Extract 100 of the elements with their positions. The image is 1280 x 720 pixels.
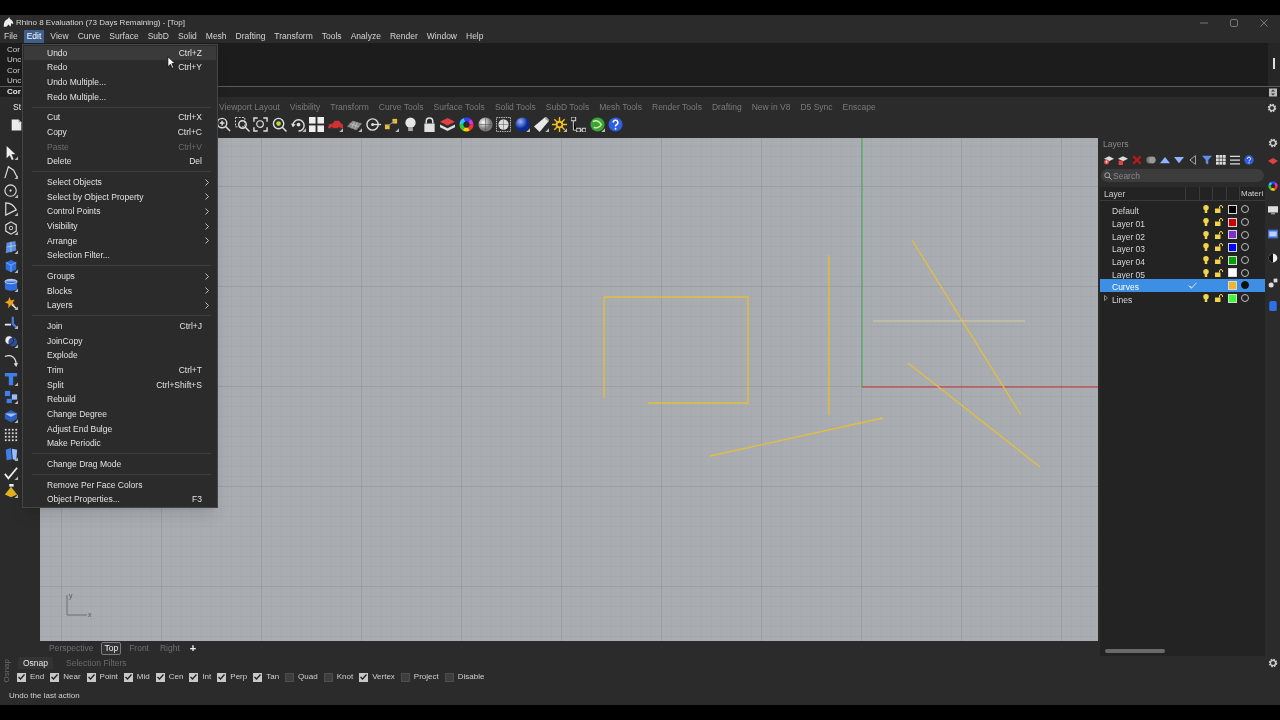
light-bulb-icon[interactable] — [1202, 256, 1209, 265]
menu-item[interactable]: Solid — [174, 30, 200, 43]
toolbar-tab[interactable]: St — [13, 101, 22, 114]
snap-checkbox[interactable] — [359, 672, 369, 682]
maximize-icon[interactable] — [1230, 18, 1238, 27]
globe-icon[interactable] — [589, 117, 605, 132]
move-down-icon[interactable] — [1174, 154, 1184, 165]
color-wheel-icon[interactable] — [458, 117, 474, 132]
polygon-icon[interactable] — [4, 221, 18, 236]
help-icon[interactable] — [608, 117, 624, 132]
boolean-icon[interactable] — [4, 333, 18, 348]
snap-checkbox[interactable] — [400, 672, 410, 682]
text-icon[interactable] — [4, 371, 18, 386]
menu-item[interactable]: Transform — [271, 30, 316, 43]
add-viewport-button[interactable]: + — [187, 643, 199, 654]
filter-icon[interactable] — [1202, 154, 1212, 165]
sun-gear-icon[interactable] — [552, 117, 568, 132]
new-document-icon[interactable] — [11, 117, 22, 132]
panels-icon[interactable] — [4, 446, 18, 461]
menu-item[interactable]: Mesh — [202, 30, 230, 43]
light-bulb-icon[interactable] — [402, 117, 418, 132]
circle-icon[interactable] — [4, 183, 18, 198]
layer-color-swatch[interactable] — [1228, 204, 1237, 214]
point-grid-icon[interactable] — [4, 427, 18, 442]
glossy-sphere-icon[interactable] — [515, 117, 530, 132]
menu-item[interactable]: Analyze — [347, 30, 384, 43]
half-circle-icon[interactable] — [1267, 253, 1278, 263]
layer-row[interactable]: Default — [1100, 203, 1265, 216]
light-bulb-icon[interactable] — [1202, 243, 1209, 252]
snap-checkbox[interactable] — [285, 672, 295, 682]
panel-tab[interactable]: Osnap — [18, 657, 54, 669]
layer-color-swatch[interactable] — [1228, 280, 1237, 290]
zoom-in-icon[interactable] — [216, 117, 231, 132]
arc-shape-icon[interactable] — [4, 202, 18, 217]
snap-checkbox[interactable] — [123, 672, 133, 682]
light-bulb-icon[interactable] — [1202, 294, 1209, 303]
four-viewports-icon[interactable] — [309, 117, 325, 132]
layer-row[interactable]: Lines — [1100, 291, 1265, 305]
layers-icon[interactable] — [440, 117, 456, 132]
new-layer-icon[interactable] — [1104, 154, 1114, 165]
viewport-tab[interactable]: Top — [101, 642, 122, 655]
check-icon[interactable] — [4, 465, 18, 480]
pyramid-icon[interactable] — [4, 484, 18, 499]
menu-option[interactable]: Undo Ctrl+Z — [24, 45, 216, 61]
column-header[interactable]: Materi — [1239, 187, 1265, 200]
layer-row[interactable]: Layer 04 — [1100, 253, 1265, 267]
color-wheel-icon[interactable] — [1267, 181, 1278, 191]
rotate-view-icon[interactable] — [290, 117, 306, 132]
snap-checkbox[interactable] — [444, 672, 454, 682]
menu-item[interactable]: Window — [423, 30, 460, 43]
menu-item[interactable]: File — [1, 30, 21, 43]
diamond-tile-icon[interactable] — [1267, 156, 1278, 166]
padlock-icon[interactable] — [421, 117, 437, 132]
menu-item[interactable]: Help — [463, 30, 487, 43]
surface-icon[interactable] — [4, 240, 18, 254]
search-field[interactable]: Search — [1101, 169, 1264, 182]
open-padlock-icon[interactable] — [1215, 218, 1223, 227]
rounded-tile-icon[interactable] — [1267, 301, 1278, 311]
menu-item[interactable]: Curve — [74, 30, 104, 43]
spinner-icon[interactable] — [1269, 87, 1277, 97]
open-padlock-icon[interactable] — [1215, 205, 1223, 214]
menu-item[interactable]: Render — [386, 30, 421, 43]
snap-checkbox[interactable] — [155, 672, 165, 682]
help-icon[interactable] — [1244, 154, 1254, 165]
snap-checkbox[interactable] — [86, 672, 96, 682]
hierarchy-icon[interactable] — [571, 117, 587, 132]
menu-option[interactable]: Copy Ctrl+C — [24, 124, 216, 140]
open-padlock-icon[interactable] — [1215, 294, 1223, 303]
collapse-icon[interactable] — [1188, 154, 1198, 165]
box-icon[interactable] — [4, 258, 18, 273]
select-arrow-icon[interactable] — [4, 146, 18, 160]
layer-color-swatch[interactable] — [1228, 242, 1237, 252]
open-padlock-icon[interactable] — [1215, 268, 1223, 277]
menu-item[interactable]: Edit — [23, 30, 45, 43]
transform-icon[interactable] — [4, 296, 18, 311]
open-padlock-icon[interactable] — [1215, 243, 1223, 252]
menu-item[interactable]: Drafting — [232, 30, 269, 43]
settings-icon[interactable] — [1267, 138, 1278, 148]
shaded-sphere-icon[interactable] — [477, 117, 493, 132]
zoom-selected-icon[interactable] — [272, 117, 288, 132]
light-bulb-icon[interactable] — [1202, 205, 1209, 214]
settings-icon[interactable] — [1267, 102, 1277, 113]
snap-checkbox[interactable] — [50, 672, 60, 682]
open-padlock-icon[interactable] — [1215, 256, 1223, 265]
spotlight-icon[interactable] — [533, 117, 549, 132]
layer-row[interactable]: Layer 01 — [1100, 215, 1265, 229]
menu-item[interactable]: View — [47, 30, 72, 43]
menu-option[interactable]: Cut Ctrl+X — [24, 110, 216, 125]
small-shapes-icon[interactable] — [1267, 278, 1278, 288]
cylinder-icon[interactable] — [4, 277, 18, 292]
expand-arrow-icon[interactable] — [1104, 295, 1108, 302]
block-icon[interactable] — [4, 390, 18, 405]
snap-checkbox[interactable] — [217, 672, 227, 682]
snap-checkbox[interactable] — [17, 672, 26, 682]
zoom-window-icon[interactable] — [234, 117, 250, 132]
menu-item[interactable]: Surface — [106, 30, 142, 43]
zoom-extents-icon[interactable] — [253, 117, 269, 132]
close-icon[interactable] — [1260, 18, 1268, 27]
list-icon[interactable] — [1230, 154, 1240, 165]
split-icon[interactable] — [4, 315, 18, 330]
